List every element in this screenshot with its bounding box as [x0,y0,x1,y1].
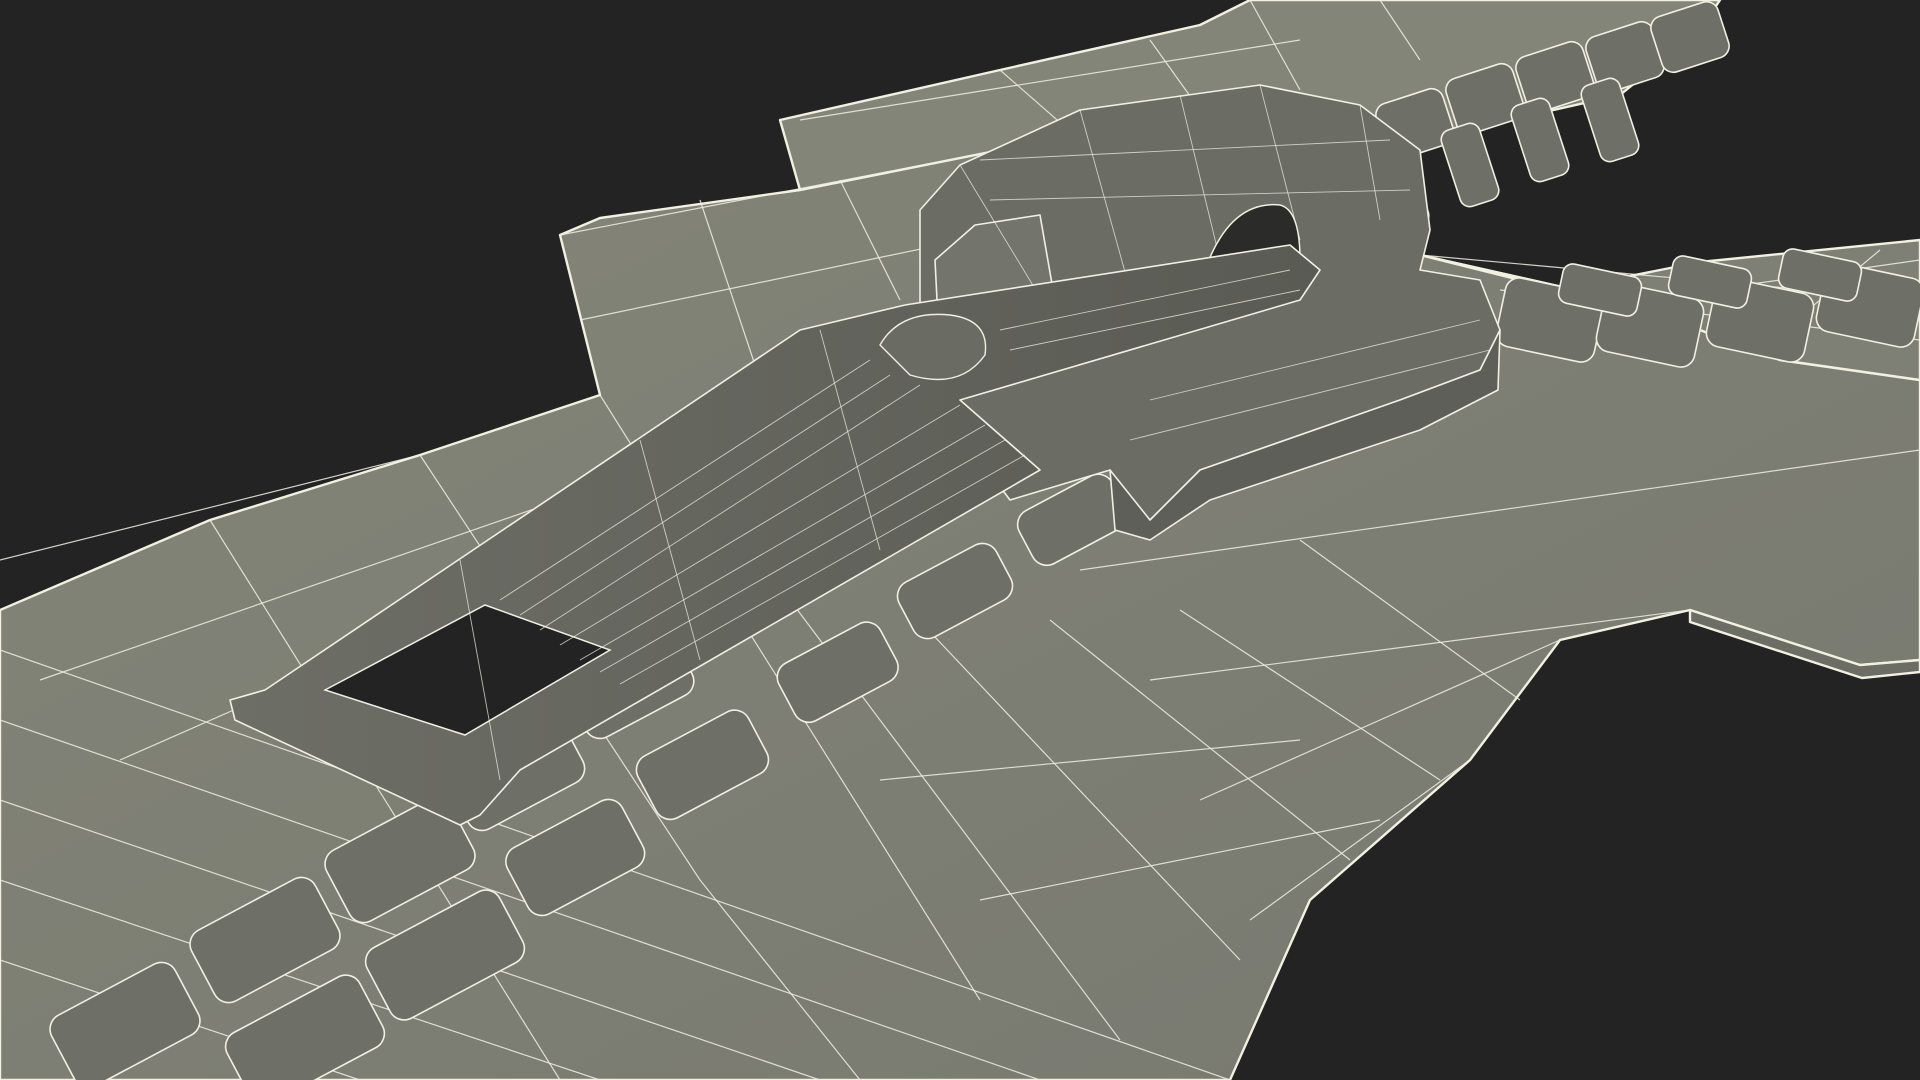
zipper-render [0,0,1920,1080]
render-viewport [0,0,1920,1080]
